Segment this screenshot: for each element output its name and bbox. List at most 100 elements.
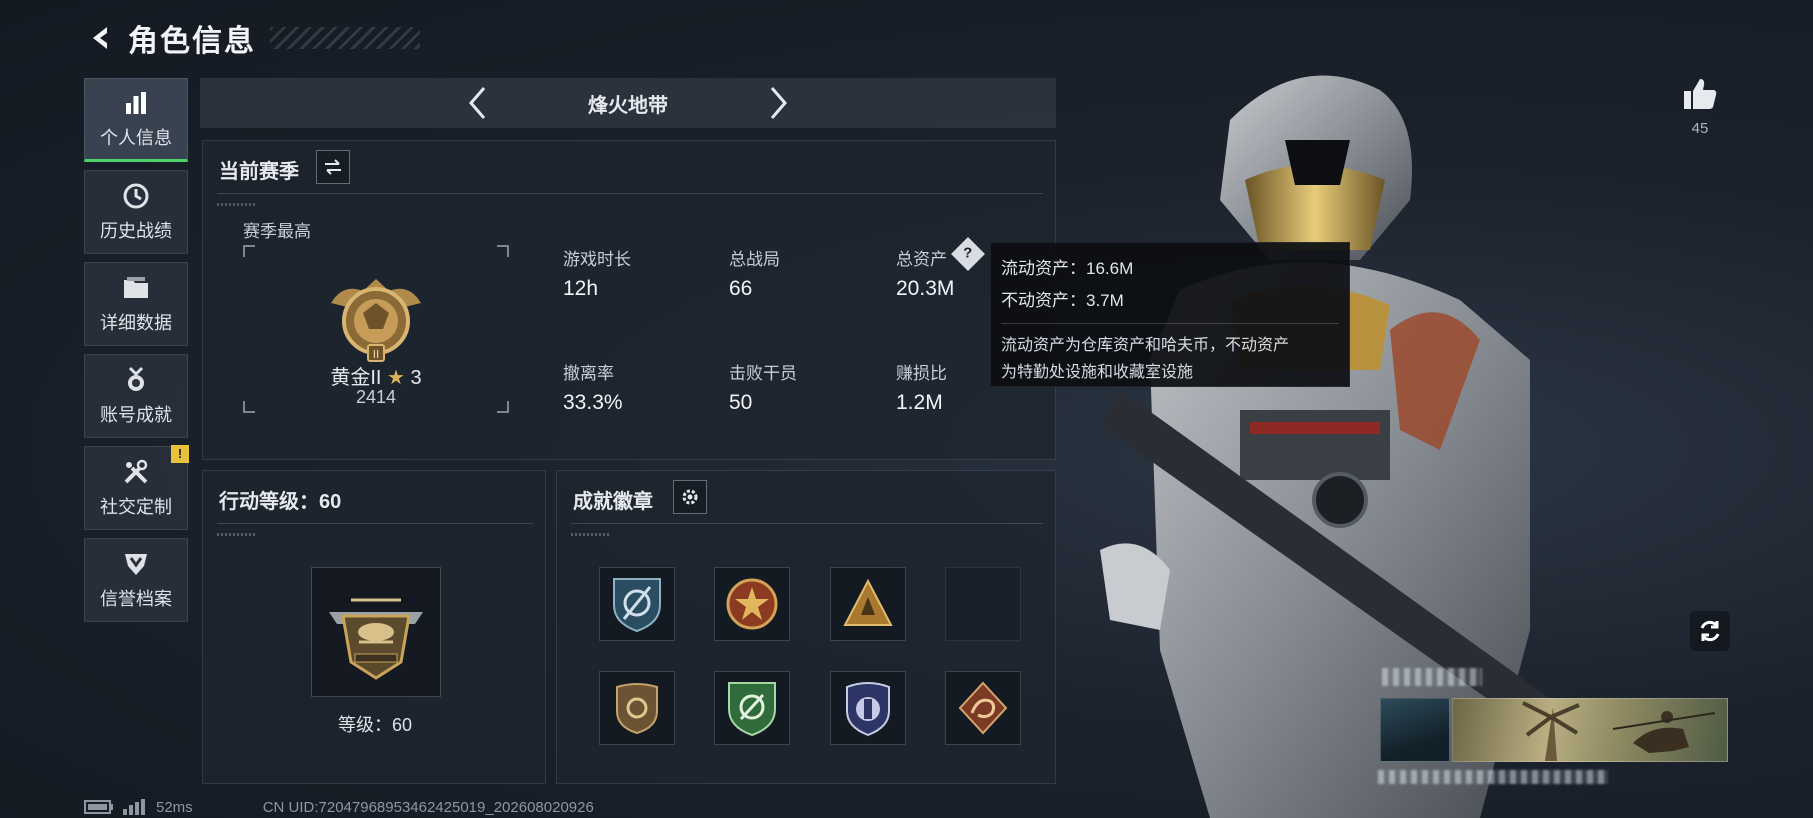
shield-emblem-icon (121, 549, 151, 579)
sidebar-item-detailed-data[interactable]: 详细数据 (84, 262, 188, 346)
stat-value-play-time: 12h (563, 277, 599, 300)
header: 角色信息 (84, 18, 420, 58)
tooltip-description-line2: 为特勤处设施和收藏室设施 (1001, 364, 1194, 381)
medal-icon (121, 365, 151, 395)
badges-title: 成就徽章 (573, 491, 653, 513)
badge-slot-empty[interactable] (945, 567, 1021, 641)
rank-score: 2414 (355, 387, 397, 407)
swap-icon (325, 159, 341, 175)
player-avatar-card[interactable] (1380, 698, 1450, 762)
rank-stars: 3 (410, 367, 422, 389)
bronze-shield-badge-icon (616, 683, 658, 735)
helicopter-emblem-icon (329, 598, 423, 680)
badge-slot[interactable] (599, 671, 675, 745)
badge-slot[interactable] (714, 671, 790, 745)
windmill-knight-banner-image (1522, 701, 1716, 761)
rank-name-row: 黄金II ★ 3 (243, 361, 509, 390)
signal-icon (123, 799, 145, 815)
chevron-left-icon (469, 87, 486, 119)
badge-slot[interactable] (945, 671, 1021, 745)
notification-badge: ! (171, 445, 189, 463)
ping-value: 52ms (156, 798, 193, 816)
sidebar-item-label: 信誉档案 (100, 589, 172, 609)
rank-frame: II 黄金II ★ 3 2414 (243, 245, 509, 413)
star-medal-badge-icon (726, 578, 778, 630)
frame-corner (497, 245, 509, 257)
mode-switcher: 烽火地带 (200, 78, 1056, 128)
player-banner-card[interactable] (1452, 698, 1728, 762)
like-button[interactable] (1675, 74, 1725, 114)
action-level-panel: 行动等级：60 等级：60 (202, 470, 546, 784)
mode-name: 烽火地带 (588, 94, 668, 117)
frame-corner (243, 245, 255, 257)
sidebar-item-social-customization[interactable]: ! 社交定制 (84, 445, 189, 530)
chevron-right-icon (770, 87, 787, 119)
rank-name: 黄金II (330, 367, 382, 389)
tooltip-description-line1: 流动资产为仓库资产和哈夫币，不动资产 (1001, 337, 1290, 354)
panel-divider (217, 523, 533, 524)
thumbs-up-icon (1684, 79, 1717, 109)
gear-icon (682, 489, 698, 505)
battery-icon (84, 800, 113, 814)
action-level-title: 行动等级：60 (219, 491, 342, 513)
green-shield-badge-icon (728, 682, 776, 737)
level-emblem-frame (311, 567, 441, 697)
stat-value-total-assets: 20.3M (896, 277, 955, 300)
dragon-badge-icon (958, 681, 1008, 735)
current-season-panel: 当前赛季 赛季最高 II 黄金II ★ 3 2414 游戏时长 12h 总战局 … (202, 140, 1056, 460)
gold-rank-emblem-icon: II (331, 279, 421, 362)
refresh-button[interactable] (1690, 611, 1730, 651)
assets-help-button[interactable]: ? (951, 237, 985, 271)
folder-icon (121, 273, 151, 303)
back-arrow-icon (93, 27, 107, 49)
question-icon: ? (963, 244, 973, 262)
sidebar-item-personal-info[interactable]: 个人信息 (84, 78, 188, 162)
sidebar-item-account-achievements[interactable]: 账号成就 (84, 354, 188, 438)
panel-divider (217, 193, 1043, 194)
tools-icon (121, 457, 151, 487)
stat-value-operators-defeated: 50 (729, 391, 753, 414)
clock-history-icon (121, 181, 151, 211)
bar-chart-icon (121, 88, 151, 118)
refresh-icon (1700, 620, 1720, 642)
svg-text:II: II (373, 348, 380, 361)
season-switch-button[interactable] (316, 150, 350, 184)
badge-slot[interactable] (714, 567, 790, 641)
tooltip-divider (1001, 323, 1339, 324)
stat-value-total-matches: 66 (729, 277, 753, 300)
badge-slot[interactable] (830, 671, 906, 745)
achievement-badges-panel: 成就徽章 (556, 470, 1056, 784)
panel-divider (571, 523, 1043, 524)
season-best-label: 赛季最高 (243, 222, 311, 241)
mode-next-button[interactable] (758, 83, 798, 123)
blue-shield-badge-icon (613, 578, 661, 633)
sidebar-item-match-history[interactable]: 历史战绩 (84, 170, 188, 254)
like-count: 45 (1691, 120, 1709, 137)
status-footer: 52ms CN UID:7204796895346242501​9_202608… (84, 797, 594, 817)
sidebar-item-credit-profile[interactable]: 信誉档案 (84, 538, 188, 622)
title-decoration (270, 27, 420, 49)
star-icon: ★ (387, 367, 405, 389)
stat-label-operators-defeated: 击败干员 (729, 364, 797, 383)
mode-prev-button[interactable] (458, 83, 498, 123)
badges-settings-button[interactable] (673, 480, 707, 514)
stat-value-extraction-rate: 33.3% (563, 391, 623, 414)
stat-label-total-assets: 总资产 (896, 250, 947, 269)
gold-triangle-badge-icon (843, 578, 893, 626)
user-uid: CN UID:7204796895346242501​9_20260802092… (262, 798, 594, 816)
sidebar-item-label: 账号成就 (100, 405, 172, 425)
page-title: 角色信息 (128, 25, 256, 58)
navy-badge-icon (846, 682, 890, 737)
badge-slot[interactable] (830, 567, 906, 641)
stat-label-extraction-rate: 撤离率 (563, 364, 614, 383)
stat-label-profit-loss: 赚损比 (896, 364, 947, 383)
season-title: 当前赛季 (219, 161, 299, 183)
blurred-player-name (1382, 668, 1482, 686)
stat-label-total-matches: 总战局 (729, 250, 780, 269)
sidebar-item-label: 社交定制 (100, 497, 172, 517)
sidebar-item-label: 个人信息 (100, 128, 172, 148)
panel-tick (571, 533, 611, 536)
badge-slot[interactable] (599, 567, 675, 641)
assets-tooltip: 流动资产：16.6M 不动资产：3.7M 流动资产为仓库资产和哈夫币，不动资产 … (990, 242, 1350, 387)
back-button[interactable] (84, 21, 118, 55)
